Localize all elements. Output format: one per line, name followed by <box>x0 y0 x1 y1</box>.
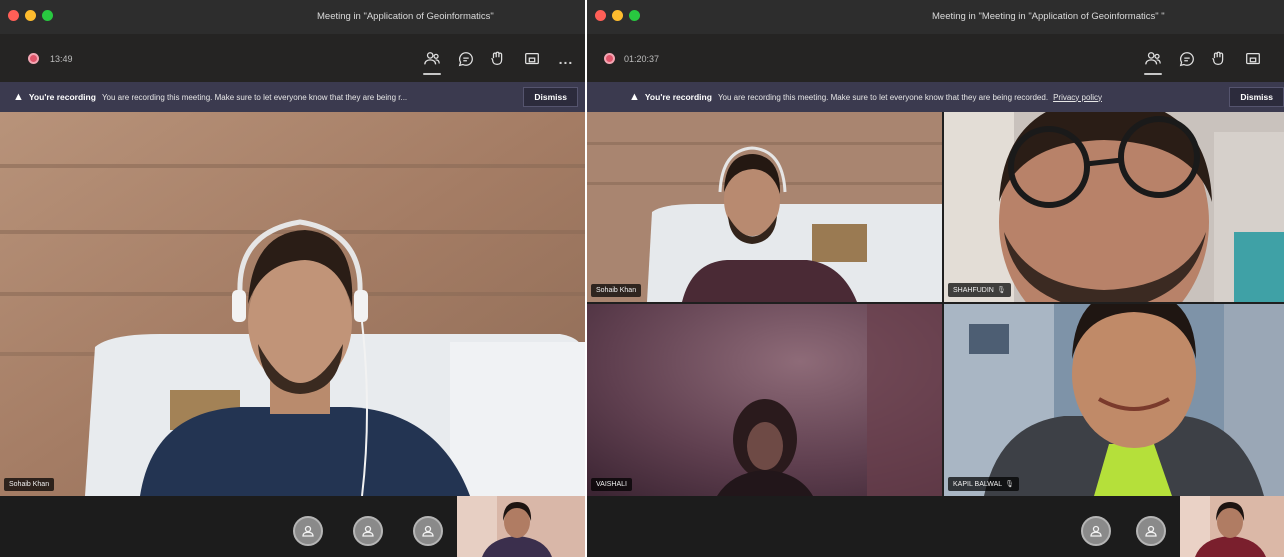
participant-name: Sohaib Khan <box>596 287 637 294</box>
window-controls <box>595 10 640 21</box>
participant-video-tile[interactable]: Sohaib Khan <box>587 112 942 302</box>
banner-message: You are recording this meeting. Make sur… <box>717 92 1049 102</box>
share-icon[interactable] <box>1242 48 1264 70</box>
warning-icon: ▲ <box>629 91 640 103</box>
minimize-window-button[interactable] <box>612 10 623 21</box>
participant-video-tile[interactable]: VAISHALI <box>587 304 942 496</box>
recording-indicator-icon <box>28 53 39 64</box>
react-icon[interactable] <box>1208 48 1230 70</box>
meeting-timer: 13:49 <box>50 54 73 64</box>
participant-name-label: KAPIL BALWAL 🎙 <box>948 477 1020 491</box>
react-icon[interactable] <box>487 48 509 70</box>
participant-name-label: Sohaib Khan <box>591 284 642 297</box>
meeting-window-2: Meeting in "Meeting in "Application of G… <box>587 0 1284 557</box>
participant-video-feed <box>0 112 585 496</box>
participant-name-label: VAISHALI <box>591 478 632 491</box>
mic-muted-icon: 🎙 <box>996 287 1006 294</box>
window-title: Meeting in "Application of Geoinformatic… <box>317 11 494 22</box>
meeting-timer: 01:20:37 <box>624 54 660 64</box>
participant-name: SHAHFUDIN <box>953 286 994 294</box>
participant-name: Sohaib Khan <box>9 481 50 488</box>
maximize-window-button[interactable] <box>42 10 53 21</box>
participant-name: KAPIL BALWAL <box>953 480 1003 488</box>
meeting-window-1: Meeting in "Application of Geoinformatic… <box>0 0 585 557</box>
participant-video-tile[interactable]: Sohaib Khan <box>0 112 585 496</box>
participant-avatar[interactable] <box>353 516 383 546</box>
people-icon[interactable] <box>421 48 443 75</box>
title-bar: Meeting in "Meeting in "Application of G… <box>587 0 1284 34</box>
participant-video-feed <box>944 112 1284 302</box>
participant-avatar[interactable] <box>293 516 323 546</box>
minimize-window-button[interactable] <box>25 10 36 21</box>
recording-indicator-icon <box>604 53 615 64</box>
title-bar: Meeting in "Application of Geoinformatic… <box>0 0 585 34</box>
dismiss-button[interactable]: Dismiss <box>523 87 578 107</box>
participant-avatar[interactable] <box>1081 516 1111 546</box>
participant-avatar[interactable] <box>1136 516 1166 546</box>
share-icon[interactable] <box>521 48 543 70</box>
more-icon[interactable]: ... <box>555 48 577 70</box>
close-window-button[interactable] <box>8 10 19 21</box>
self-view-video[interactable] <box>1180 496 1284 557</box>
bottom-bar <box>0 496 585 557</box>
privacy-policy-link[interactable]: Privacy policy <box>1053 93 1102 102</box>
participant-name-label: Sohaib Khan <box>4 478 55 491</box>
chat-icon[interactable] <box>455 48 477 70</box>
participant-name: VAISHALI <box>596 481 627 488</box>
banner-title: You're recording <box>28 92 96 102</box>
meeting-control-bar: 01:20:37 <box>587 34 1284 82</box>
mic-muted-icon: 🎙 <box>1005 481 1015 488</box>
self-view-video[interactable] <box>457 496 585 557</box>
chat-icon[interactable] <box>1176 48 1198 70</box>
recording-banner: ▲ You're recording You are recording thi… <box>0 82 585 112</box>
participant-video-feed <box>944 304 1284 496</box>
bottom-bar <box>587 496 1284 557</box>
video-grid: Sohaib Khan SHAHFUDIN 🎙 VAISHALI KAPIL B… <box>587 112 1284 496</box>
participant-video-feed <box>587 304 942 496</box>
recording-banner: ▲ You're recording You are recording thi… <box>587 82 1284 112</box>
participant-name-label: SHAHFUDIN 🎙 <box>948 283 1011 297</box>
participant-video-feed <box>587 112 942 302</box>
close-window-button[interactable] <box>595 10 606 21</box>
dismiss-button[interactable]: Dismiss <box>1229 87 1284 107</box>
video-stage: Sohaib Khan <box>0 112 585 496</box>
window-title: Meeting in "Meeting in "Application of G… <box>932 11 1165 22</box>
meeting-control-bar: 13:49 ... <box>0 34 585 82</box>
participant-avatar[interactable] <box>413 516 443 546</box>
banner-title: You're recording <box>644 92 712 102</box>
people-icon[interactable] <box>1142 48 1164 75</box>
participant-video-tile[interactable]: KAPIL BALWAL 🎙 <box>944 304 1284 496</box>
banner-message: You are recording this meeting. Make sur… <box>101 92 408 102</box>
warning-icon: ▲ <box>13 91 24 103</box>
window-controls <box>8 10 53 21</box>
maximize-window-button[interactable] <box>629 10 640 21</box>
participant-video-tile[interactable]: SHAHFUDIN 🎙 <box>944 112 1284 302</box>
